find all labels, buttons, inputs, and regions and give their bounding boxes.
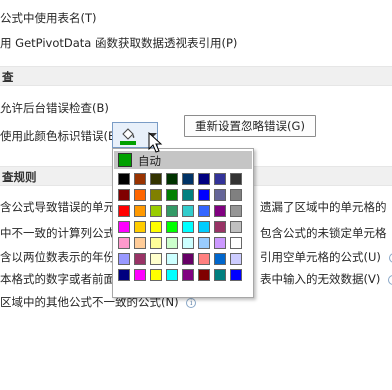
color-swatch[interactable]	[182, 269, 194, 281]
color-swatch[interactable]	[230, 237, 242, 249]
color-swatch[interactable]	[150, 173, 162, 185]
error-color-label: 使用此颜色标识错误(E):	[0, 129, 124, 143]
color-swatch[interactable]	[182, 237, 194, 249]
color-swatch[interactable]	[166, 205, 178, 217]
automatic-color-swatch	[118, 153, 132, 167]
color-swatch[interactable]	[230, 173, 242, 185]
color-palette-dropdown: 自动	[112, 148, 254, 298]
color-swatch[interactable]	[214, 189, 226, 201]
option-use-table-names-label: 公式中使用表名(T)	[0, 11, 97, 25]
info-icon: i	[388, 252, 392, 263]
color-swatch[interactable]	[166, 189, 178, 201]
color-swatch[interactable]	[118, 237, 130, 249]
color-swatch[interactable]	[118, 205, 130, 217]
color-swatch[interactable]	[150, 221, 162, 233]
color-swatch[interactable]	[166, 269, 178, 281]
option-use-getpivotdata[interactable]: 用 GetPivotData 函数获取数据透视表引用(P)	[0, 35, 237, 51]
color-swatch[interactable]	[214, 205, 226, 217]
color-swatch[interactable]	[150, 189, 162, 201]
reset-ignored-errors-label: 重新设置忽略错误(G)	[195, 119, 305, 133]
color-swatch[interactable]	[166, 237, 178, 249]
info-icon: i	[388, 274, 392, 285]
error-checking-header-label: 查	[2, 70, 14, 84]
color-swatch[interactable]	[214, 221, 226, 233]
color-swatch[interactable]	[230, 221, 242, 233]
color-swatch[interactable]	[134, 269, 146, 281]
color-swatch[interactable]	[214, 269, 226, 281]
color-swatch[interactable]	[198, 205, 210, 217]
color-swatch[interactable]	[118, 269, 130, 281]
color-swatch[interactable]	[134, 221, 146, 233]
color-swatch[interactable]	[150, 253, 162, 265]
info-icon: i	[186, 297, 197, 308]
rule-invalid-table-data[interactable]: 表中输入的无效数据(V) i	[260, 271, 392, 287]
color-swatch[interactable]	[182, 253, 194, 265]
color-swatch[interactable]	[198, 269, 210, 281]
color-swatch[interactable]	[182, 189, 194, 201]
color-swatch[interactable]	[166, 173, 178, 185]
option-use-getpivotdata-label: 用 GetPivotData 函数获取数据透视表引用(P)	[0, 36, 238, 50]
color-swatch[interactable]	[118, 253, 130, 265]
error-checking-header: 查	[0, 66, 392, 86]
color-swatch[interactable]	[182, 221, 194, 233]
option-use-table-names[interactable]: 公式中使用表名(T)	[0, 10, 97, 26]
color-swatch[interactable]	[150, 269, 162, 281]
reset-ignored-errors-button[interactable]: 重新设置忽略错误(G)	[184, 115, 316, 137]
rules-header-label: 查规则	[2, 170, 37, 184]
color-swatch[interactable]	[150, 237, 162, 249]
color-swatch[interactable]	[198, 221, 210, 233]
color-swatch[interactable]	[134, 237, 146, 249]
palette-automatic-option[interactable]: 自动	[114, 151, 252, 169]
color-swatch[interactable]	[118, 189, 130, 201]
color-swatch[interactable]	[198, 253, 210, 265]
rule-unlocked-formula-cells[interactable]: 包含公式的未锁定单元格	[260, 225, 387, 241]
color-swatch[interactable]	[230, 205, 242, 217]
color-swatch[interactable]	[134, 205, 146, 217]
rule-two-digit-years[interactable]: 含以两位数表示的年份	[0, 249, 115, 265]
color-swatch[interactable]	[134, 189, 146, 201]
color-swatch-grid	[118, 173, 250, 281]
rule-inconsistent-column-formula[interactable]: 中不一致的计算列公式	[0, 225, 115, 241]
color-swatch[interactable]	[198, 237, 210, 249]
palette-automatic-label: 自动	[138, 154, 161, 168]
color-swatch[interactable]	[134, 253, 146, 265]
option-enable-background-checking-label: 允许后台错误检查(B)	[0, 101, 109, 115]
fill-bucket-icon	[120, 128, 136, 145]
mouse-cursor-icon	[148, 132, 163, 153]
color-swatch[interactable]	[118, 173, 130, 185]
color-swatch[interactable]	[214, 237, 226, 249]
color-swatch[interactable]	[198, 189, 210, 201]
color-swatch[interactable]	[182, 205, 194, 217]
rule-formulas-referring-empty-cells[interactable]: 引用空单元格的公式(U) i	[260, 249, 392, 265]
color-swatch[interactable]	[166, 221, 178, 233]
rule-formula-error-cells[interactable]: 含公式导致错误的单元	[0, 199, 115, 215]
color-swatch[interactable]	[214, 173, 226, 185]
color-swatch[interactable]	[150, 205, 162, 217]
color-swatch[interactable]	[198, 173, 210, 185]
color-swatch[interactable]	[182, 173, 194, 185]
color-swatch[interactable]	[230, 189, 242, 201]
rule-omitted-cells[interactable]: 遗漏了区域中的单元格的	[260, 199, 387, 215]
color-swatch[interactable]	[166, 253, 178, 265]
option-enable-background-checking[interactable]: 允许后台错误检查(B)	[0, 100, 109, 116]
color-swatch[interactable]	[118, 221, 130, 233]
color-swatch[interactable]	[230, 269, 242, 281]
color-swatch[interactable]	[230, 253, 242, 265]
color-swatch[interactable]	[214, 253, 226, 265]
rule-numbers-as-text[interactable]: 本格式的数字或者前面	[0, 271, 115, 287]
color-swatch[interactable]	[134, 173, 146, 185]
